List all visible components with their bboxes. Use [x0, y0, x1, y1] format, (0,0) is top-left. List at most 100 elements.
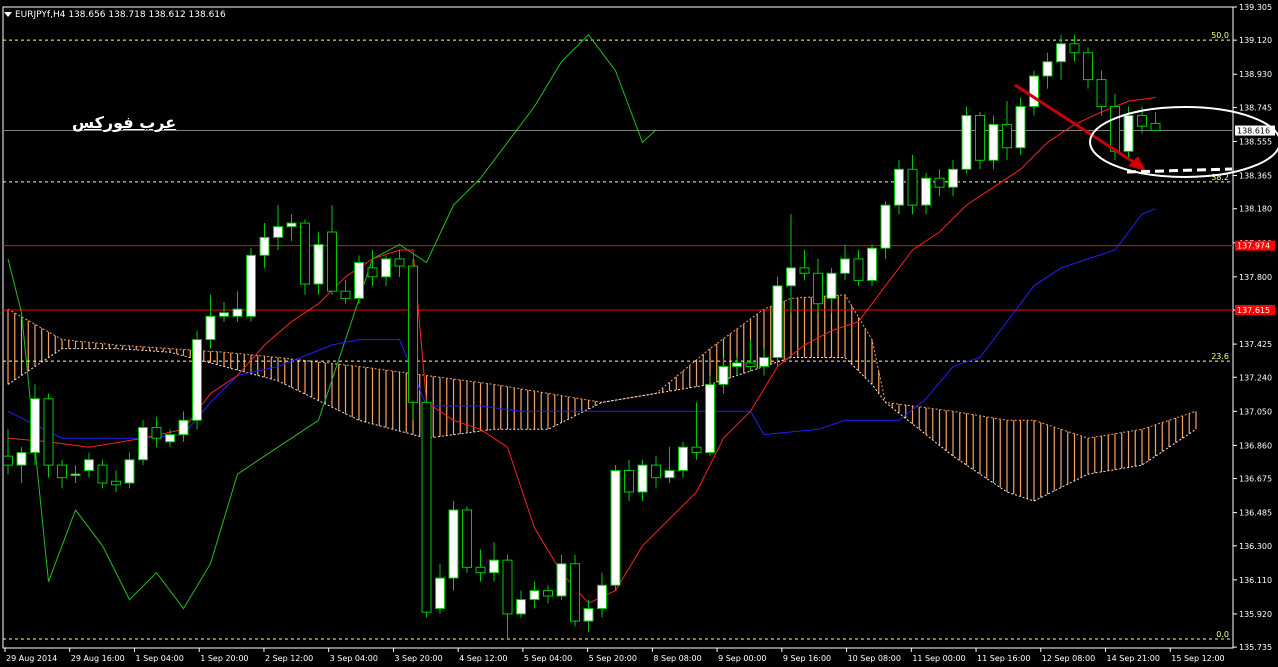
candle-body — [1042, 61, 1053, 77]
candle-body — [273, 226, 283, 238]
candle-body — [30, 398, 40, 454]
symbol-label: EURJPYf,H4 — [15, 10, 66, 20]
candle-body — [367, 267, 378, 278]
y-tick-label: 139.120 — [1239, 36, 1272, 45]
candle-body — [907, 168, 918, 206]
candle-body — [1110, 106, 1120, 152]
candle-body — [597, 584, 607, 610]
candle-body — [867, 247, 877, 281]
candle-body — [435, 577, 445, 610]
x-tick-label: 4 Sep 12:00 — [459, 654, 507, 663]
candle-body — [394, 258, 405, 267]
candle-body — [151, 426, 162, 439]
y-tick-label: 138.365 — [1239, 172, 1272, 181]
candle-body — [988, 123, 999, 161]
candle-body — [772, 285, 783, 359]
candle-body — [705, 383, 715, 454]
candlestick-chart[interactable]: 50.038.223.60.0139.305139.120138.930138.… — [0, 0, 1278, 667]
candle-body — [475, 566, 486, 574]
candle-body — [880, 204, 891, 249]
x-tick-label: 10 Sep 08:00 — [848, 654, 901, 663]
fibo-level-label: 23.6 — [1211, 352, 1229, 361]
candle-body — [1015, 106, 1026, 149]
x-tick-label: 8 Sep 08:00 — [653, 654, 701, 663]
candle-body — [894, 168, 904, 206]
y-tick-label: 135.920 — [1239, 610, 1272, 619]
candle-body — [516, 599, 526, 615]
candle-body — [718, 365, 729, 385]
candle-body — [934, 177, 945, 188]
candle-body — [57, 464, 67, 479]
candle-body — [840, 258, 850, 274]
candle-body — [138, 426, 148, 461]
candle-body — [813, 272, 823, 305]
candle-body — [3, 455, 13, 466]
candle-body — [921, 177, 931, 206]
candle-body — [948, 168, 958, 188]
candle-body — [583, 608, 594, 622]
x-tick-label: 11 Sep 00:00 — [912, 654, 965, 663]
candle-body — [205, 315, 216, 341]
candle-body — [732, 362, 742, 367]
price-badge-label: 137.615 — [1237, 306, 1270, 315]
candle-body — [84, 459, 94, 471]
candle-body — [664, 469, 675, 479]
candle-body — [259, 236, 270, 256]
candle-body — [408, 265, 418, 403]
x-tick-label: 9 Sep 16:00 — [783, 654, 831, 663]
x-tick-label: 5 Sep 20:00 — [589, 654, 637, 663]
candle-body — [1029, 75, 1039, 108]
y-tick-label: 137.425 — [1239, 340, 1272, 349]
candle-body — [1123, 114, 1134, 152]
y-tick-label: 138.180 — [1239, 205, 1272, 214]
candle-body — [1069, 43, 1080, 54]
candle-body — [610, 469, 621, 586]
candle-body — [637, 464, 648, 493]
candle-body — [1137, 114, 1147, 127]
candle-body — [462, 509, 472, 568]
x-tick-label: 29 Aug 2014 — [6, 654, 57, 663]
x-tick-label: 9 Sep 00:00 — [718, 654, 766, 663]
ohlc-readout: 138.656 138.718 138.612 138.616 — [68, 10, 226, 20]
y-tick-label: 135.735 — [1239, 643, 1272, 652]
x-tick-label: 5 Sep 04:00 — [524, 654, 572, 663]
dropdown-icon[interactable] — [4, 12, 12, 17]
candle-body — [340, 290, 351, 299]
candle-body — [556, 563, 567, 597]
candle-body — [1096, 79, 1107, 108]
candle-body — [1150, 122, 1161, 132]
candle-body — [16, 452, 27, 466]
y-tick-label: 136.300 — [1239, 542, 1272, 551]
candle-body — [124, 459, 135, 484]
y-tick-label: 136.675 — [1239, 475, 1272, 484]
candle-body — [286, 222, 297, 228]
candle-body — [448, 509, 459, 579]
candle-body — [1002, 123, 1012, 149]
candle-body — [826, 272, 837, 299]
candle-body — [570, 563, 580, 622]
y-tick-label: 137.800 — [1239, 273, 1272, 282]
candle-body — [192, 339, 202, 421]
x-tick-label: 3 Sep 04:00 — [330, 654, 378, 663]
candle-body — [300, 222, 310, 285]
y-tick-label: 139.305 — [1239, 3, 1272, 12]
candle-body — [529, 590, 540, 601]
candle-body — [502, 559, 513, 615]
candle-body — [327, 231, 337, 292]
candle-body — [691, 446, 702, 454]
x-tick-label: 15 Sep 12:00 — [1171, 654, 1224, 663]
candle-body — [543, 590, 553, 597]
candle-body — [178, 419, 189, 436]
candle-body — [745, 362, 756, 367]
candle-body — [43, 398, 54, 466]
candle-body — [421, 401, 432, 613]
candle-body — [799, 267, 810, 274]
candle-body — [111, 480, 121, 486]
tenkan-sen — [7, 97, 1156, 604]
candle-body — [354, 262, 364, 299]
fibo-level-label: 50.0 — [1211, 31, 1229, 40]
candle-body — [70, 473, 81, 477]
y-tick-label: 136.110 — [1239, 576, 1272, 585]
candle-body — [1083, 52, 1093, 81]
candle-body — [381, 258, 391, 278]
